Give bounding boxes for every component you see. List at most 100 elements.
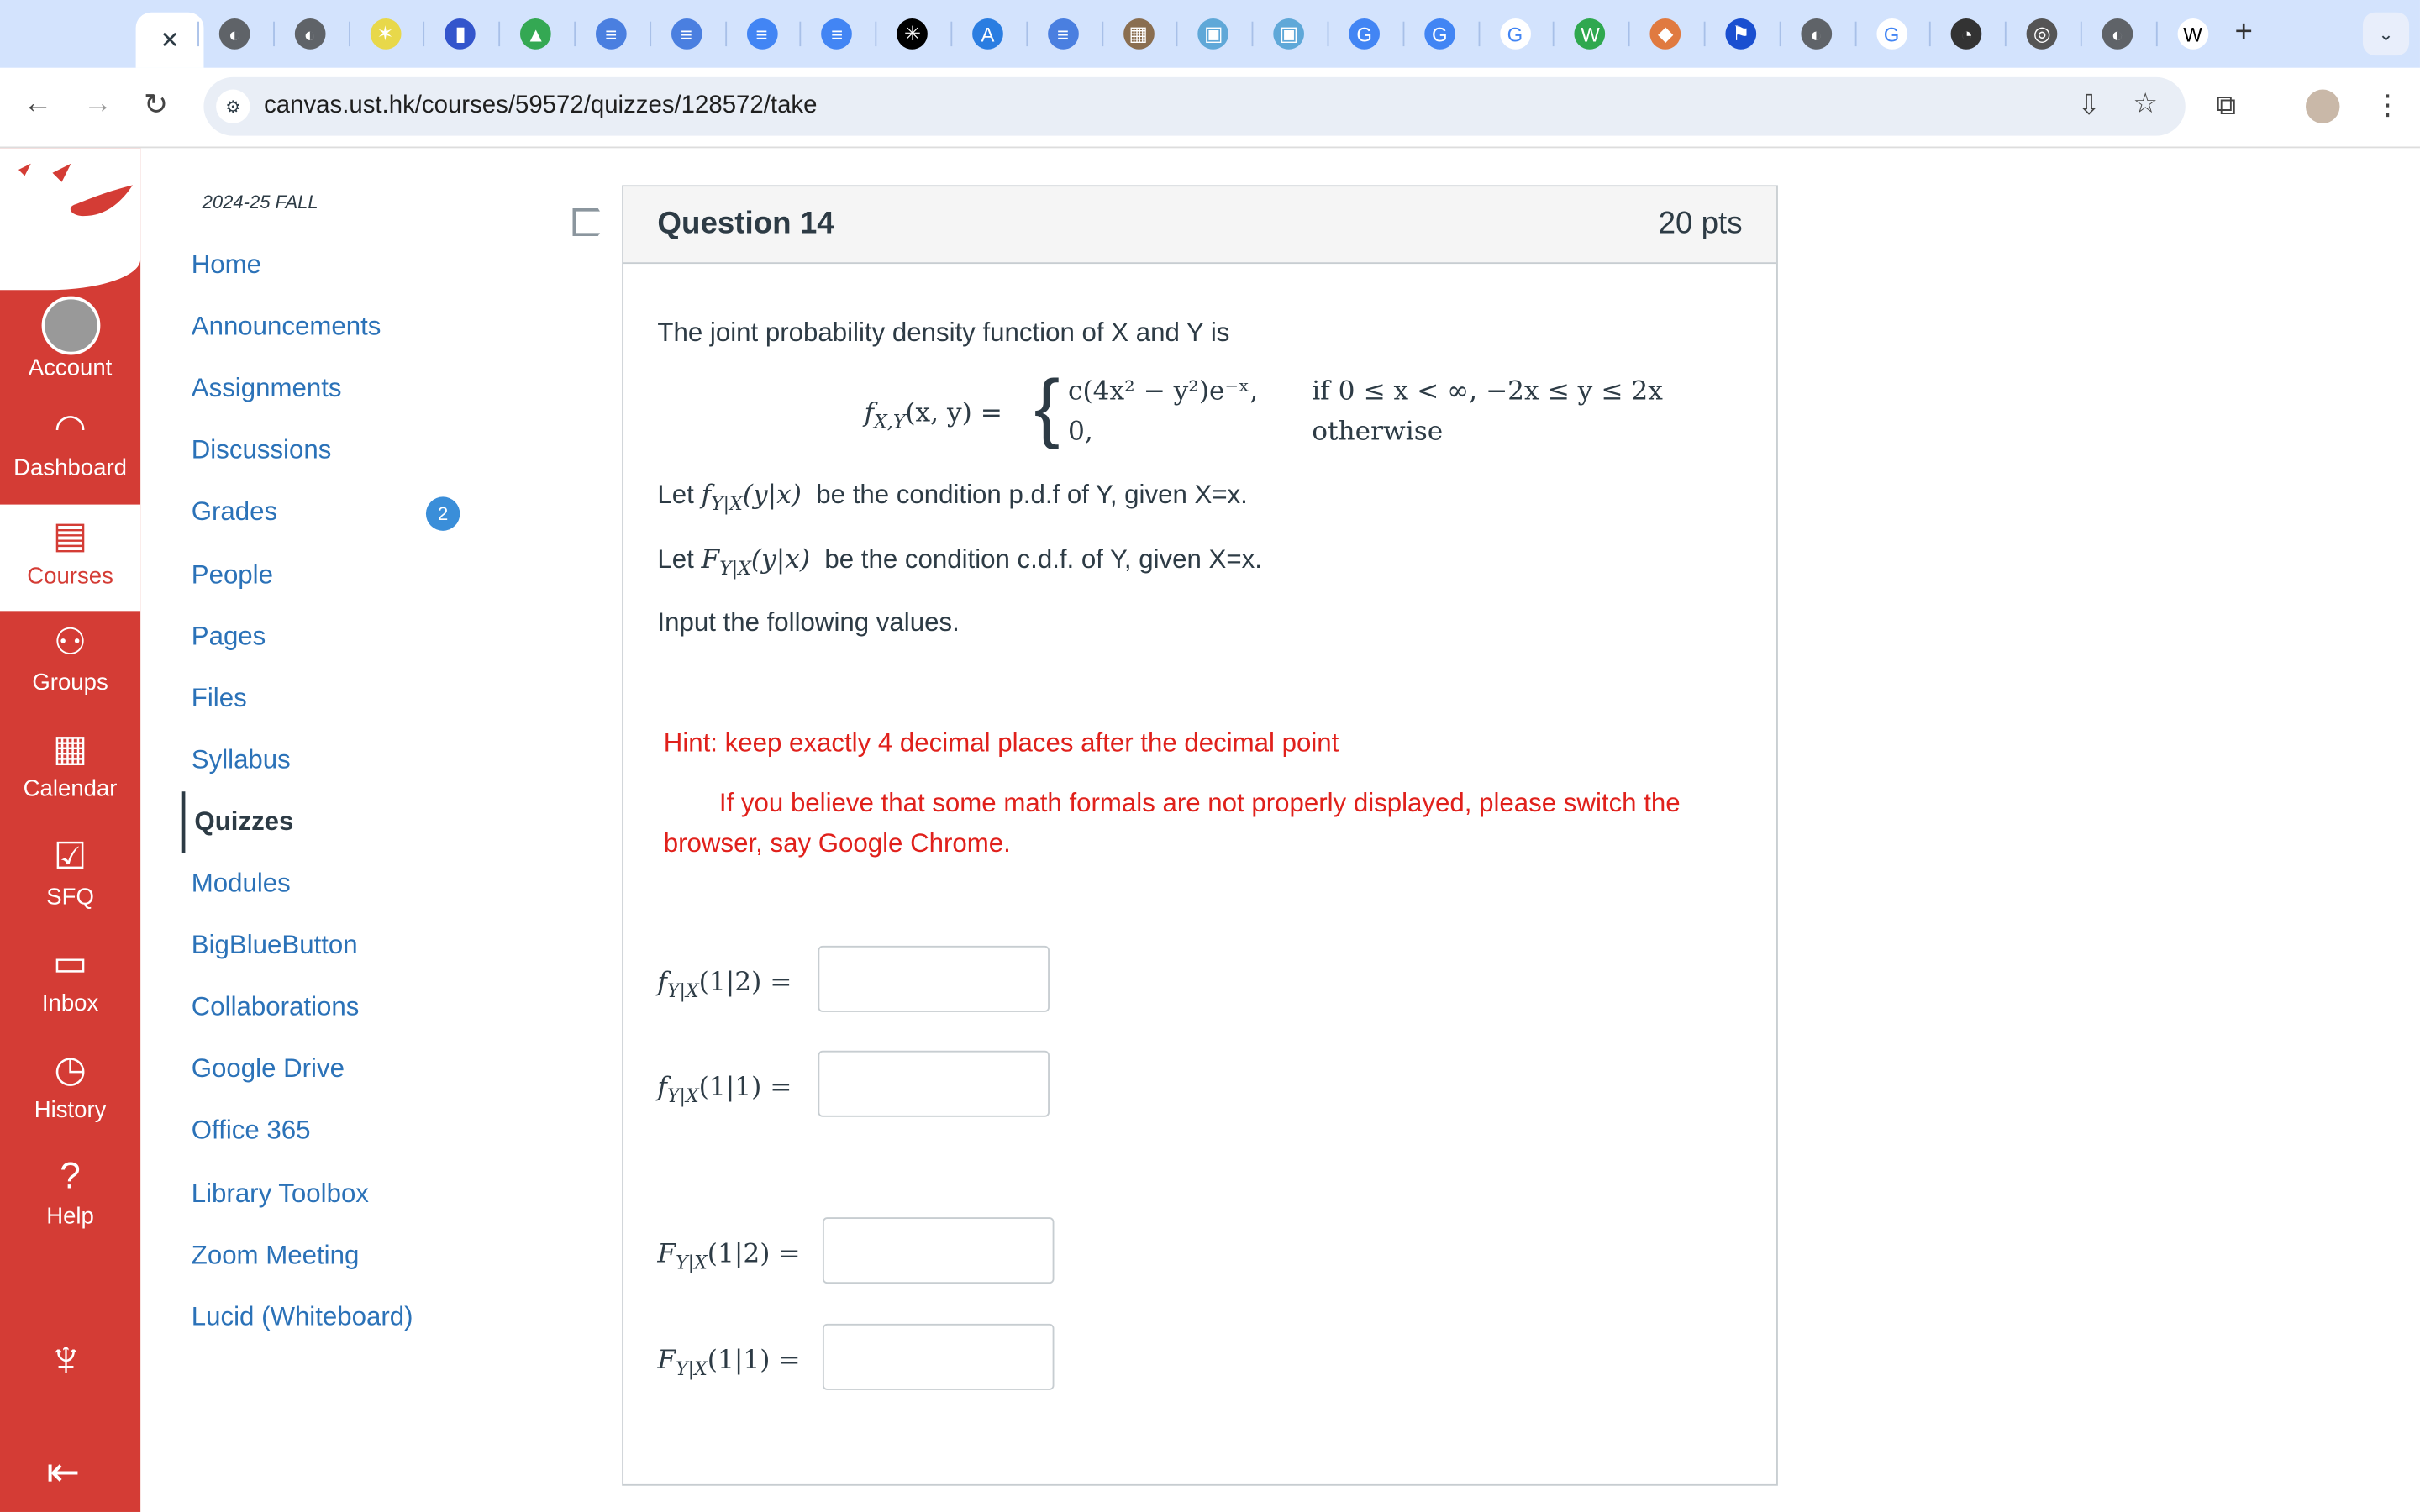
tab-separator (1176, 21, 1179, 47)
global-nav-groups[interactable]: ⚇ Groups (0, 611, 140, 717)
grades-badge: 2 (425, 497, 460, 532)
tab-spider-icon[interactable]: ✶ (370, 18, 401, 50)
tab-docs-circle-icon[interactable]: ≡ (1047, 18, 1079, 50)
tab-globe-icon[interactable]: ◐ (218, 18, 250, 50)
tab-separator (800, 21, 802, 47)
install-app-icon[interactable]: ⇩ (2077, 90, 2101, 123)
tab-separator (348, 21, 350, 47)
tab-bili-icon[interactable]: ▣ (1273, 18, 1305, 50)
course-nav-people[interactable]: People (192, 559, 273, 591)
course-nav-syllabus[interactable]: Syllabus (192, 745, 291, 776)
tab-separator (574, 21, 576, 47)
tab-separator (1026, 21, 1028, 47)
reload-button[interactable]: ↻ (144, 88, 168, 123)
site-info-icon[interactable]: ⚙ (216, 89, 250, 123)
courses-icon: ▤ (52, 514, 88, 557)
global-nav-history[interactable]: ◷ History (0, 1038, 140, 1145)
tab-search-button[interactable]: ⌄ (2362, 12, 2410, 56)
global-nav-label: Groups (32, 669, 108, 696)
active-tab[interactable]: ✕ (135, 12, 204, 68)
course-nav-files[interactable]: Files (192, 683, 247, 714)
answer-label: FY|X(1|1) = (657, 1345, 801, 1380)
browser-note-line1: If you believe that some math formals ar… (718, 788, 1681, 818)
university-logo-icon: ♆ (46, 1330, 86, 1389)
course-nav-home[interactable]: Home (192, 250, 261, 281)
tab-black-star-icon[interactable]: ✳ (897, 18, 929, 50)
global-nav-calendar[interactable]: ▦ Calendar (0, 717, 140, 824)
collapse-nav-icon[interactable]: ⇤ (46, 1449, 80, 1497)
tab-separator (1779, 21, 1781, 47)
tab-chrome-icon[interactable]: ◎ (2026, 18, 2058, 50)
forward-button[interactable]: → (83, 88, 113, 122)
global-nav-inbox[interactable]: ▭ Inbox (0, 932, 140, 1038)
clock-icon: ◷ (54, 1049, 87, 1091)
tab-google-circle-icon[interactable]: G (1423, 18, 1455, 50)
tab-flag-icon[interactable]: ⚑ (1725, 18, 1757, 50)
extensions-icon[interactable]: ⧉ (2217, 90, 2237, 123)
course-nav-google-drive[interactable]: Google Drive (192, 1054, 345, 1085)
tab-google-icon[interactable]: G (1876, 18, 1907, 50)
back-button[interactable]: ← (24, 88, 53, 122)
tab-speech-icon[interactable]: ▮ (445, 18, 476, 50)
tab-separator (423, 21, 425, 47)
address-bar[interactable]: ⚙ canvas.ust.hk/courses/59572/quizzes/12… (203, 76, 2186, 136)
answer-input-3[interactable] (822, 1217, 1055, 1284)
tab-bili-icon[interactable]: ▣ (1197, 18, 1229, 50)
tab-clock-icon[interactable]: ◔ (1951, 18, 1983, 50)
course-nav-grades[interactable]: Grades (192, 497, 277, 528)
tab-separator (2005, 21, 2007, 47)
course-nav-modules[interactable]: Modules (192, 869, 291, 900)
course-nav-collaborations[interactable]: Collaborations (192, 992, 360, 1023)
tab-docs-circle-icon[interactable]: ≡ (671, 18, 702, 50)
tab-appstore-icon[interactable]: A (972, 18, 1003, 50)
checkbox-icon: ☑ (53, 835, 87, 878)
course-nav-pages[interactable]: Pages (192, 621, 266, 652)
tab-docs-circle-icon[interactable]: ≡ (595, 18, 627, 50)
course-nav-discussions[interactable]: Discussions (192, 435, 332, 466)
tab-google-icon[interactable]: G (1499, 18, 1531, 50)
tab-cube-icon[interactable]: ◆ (1649, 18, 1681, 50)
chevron-down-icon: ⌄ (2378, 23, 2394, 45)
tab-google-circle-icon[interactable]: G (1349, 18, 1381, 50)
bookmark-star-icon[interactable]: ☆ (2133, 88, 2158, 121)
tab-separator (1327, 21, 1329, 47)
tab-drive-icon[interactable]: ▲ (520, 18, 552, 50)
global-nav-courses[interactable]: ▤ Courses (0, 503, 141, 611)
browser-note-line2: browser, say Google Chrome. (663, 828, 1011, 858)
tab-separator (1477, 21, 1480, 47)
tab-w-green-icon[interactable]: W (1575, 18, 1606, 50)
answer-input-2[interactable] (818, 1050, 1050, 1117)
answer-input-4[interactable] (822, 1323, 1055, 1390)
answer-input-1[interactable] (818, 945, 1050, 1012)
global-nav-account[interactable]: ●Account (0, 290, 140, 396)
tab-separator (1251, 21, 1254, 47)
menu-kebab-icon[interactable]: ⋮ (2374, 90, 2402, 123)
course-nav-library-toolbox[interactable]: Library Toolbox (192, 1178, 369, 1209)
course-nav-zoom-meeting[interactable]: Zoom Meeting (192, 1240, 360, 1271)
course-nav-lucid-whiteboard[interactable]: Lucid (Whiteboard) (192, 1302, 413, 1333)
tab-separator (950, 21, 953, 47)
global-nav-help[interactable]: ? Help (0, 1146, 140, 1252)
close-tab-icon[interactable]: ✕ (160, 26, 179, 54)
global-nav-sfq[interactable]: ☑ SFQ (0, 825, 140, 932)
tab-photo-icon[interactable]: ▦ (1123, 18, 1155, 50)
tab-docs-icon[interactable]: ≡ (746, 18, 777, 50)
course-nav-bigbluebutton[interactable]: BigBlueButton (192, 931, 358, 962)
new-tab-button[interactable]: + (2235, 15, 2253, 50)
profile-avatar[interactable] (2306, 89, 2340, 123)
global-navigation: canvas ●Account ◠ Dashboard ▤ Courses ⚇ Groups… (0, 148, 141, 1512)
tab-globe-icon[interactable]: ◐ (1801, 18, 1832, 50)
course-nav-announcements[interactable]: Announcements (192, 312, 381, 343)
url-text: canvas.ust.hk/courses/59572/quizzes/1285… (264, 92, 818, 119)
tab-separator (1402, 21, 1405, 47)
course-nav-quizzes[interactable]: Quizzes (182, 791, 293, 853)
tab-wikipedia-icon[interactable]: W (2177, 18, 2208, 50)
course-nav-assignments[interactable]: Assignments (192, 374, 342, 405)
global-nav-dashboard[interactable]: ◠ Dashboard (0, 397, 140, 504)
course-nav-office-365[interactable]: Office 365 (192, 1116, 311, 1147)
tab-docs-icon[interactable]: ≡ (821, 18, 853, 50)
flag-question-icon[interactable] (572, 207, 607, 237)
global-nav-label: History (34, 1097, 107, 1124)
tab-globe-icon[interactable]: ◐ (294, 18, 326, 50)
tab-globe-icon[interactable]: ◐ (2102, 18, 2133, 50)
